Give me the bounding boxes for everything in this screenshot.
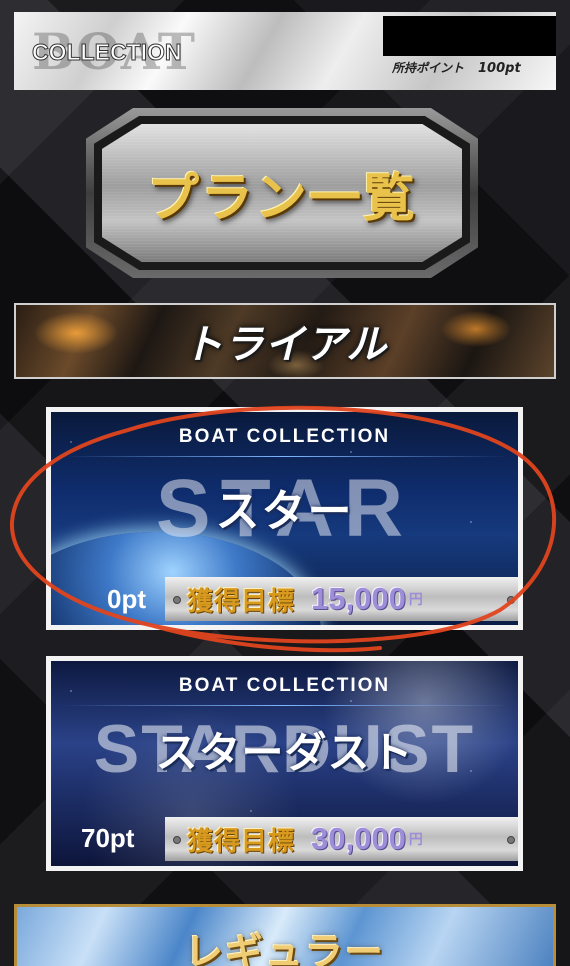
trial-section-banner: トライアル	[14, 303, 556, 379]
plan-points: 0pt	[107, 584, 146, 614]
points-display: 所持ポイント 100pt	[392, 59, 552, 79]
target-unit: 円	[408, 592, 423, 608]
plan-brand: BOAT COLLECTION	[178, 675, 391, 696]
target-amount: 30,000	[311, 821, 406, 856]
regular-section-label: レギュラー	[184, 930, 385, 966]
plan-points: 70pt	[81, 823, 135, 853]
plan-card-star[interactable]: BOAT COLLECTION STAR スター 0pt 獲得目標 15,000…	[46, 407, 523, 630]
trial-section-label: トライアル	[182, 322, 388, 368]
target-label: 獲得目標	[187, 826, 296, 857]
plan-list-title-plate: プラン一覧	[86, 108, 478, 278]
redacted-area	[383, 16, 556, 56]
page-title: プラン一覧	[146, 168, 417, 229]
plan-name-jp: スターダスト	[155, 728, 414, 777]
target-bar: 獲得目標 30,000 円	[165, 817, 518, 861]
boat-collection-logo[interactable]: BOAT COLLECTION	[32, 20, 196, 84]
target-unit: 円	[408, 832, 423, 848]
header-bar: BOAT COLLECTION 所持ポイント 100pt	[14, 12, 556, 90]
target-amount: 15,000	[311, 581, 406, 616]
regular-section-banner: レギュラー	[14, 904, 556, 966]
points-label: 所持ポイント	[392, 61, 465, 75]
plan-name-jp: スター	[215, 486, 354, 537]
target-label: 獲得目標	[187, 586, 296, 617]
plan-card-stardust[interactable]: BOAT COLLECTION STARDUST スターダスト 70pt 獲得目…	[46, 656, 523, 871]
target-bar: 獲得目標 15,000 円	[165, 577, 518, 621]
plan-list-page: BOAT COLLECTION 所持ポイント 100pt プラン一覧 トライアル …	[0, 0, 570, 966]
points-value: 100pt	[478, 61, 521, 76]
plan-brand: BOAT COLLECTION	[178, 426, 391, 447]
logo-sub-text: COLLECTION	[32, 39, 182, 66]
